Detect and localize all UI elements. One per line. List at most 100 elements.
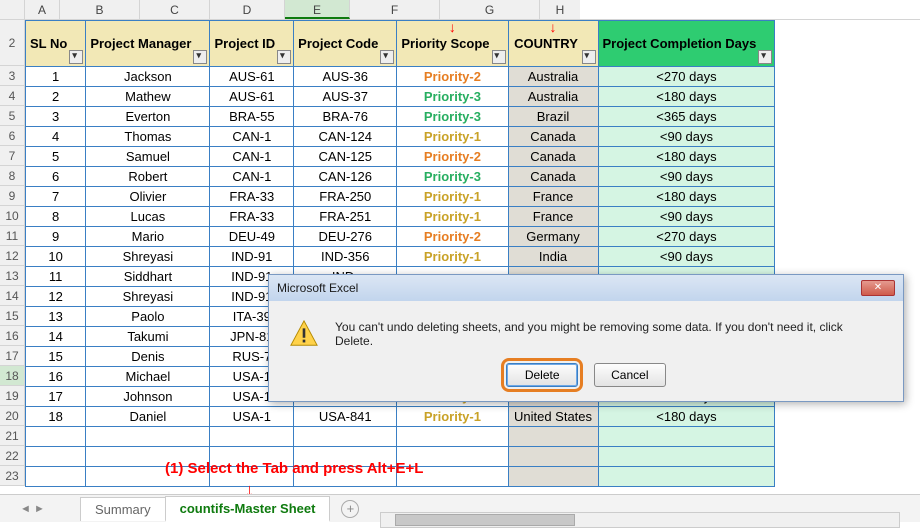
cell-sl[interactable]: 1 bbox=[26, 67, 86, 87]
cell-country[interactable]: France bbox=[508, 207, 598, 227]
cell-mgr[interactable]: Olivier bbox=[86, 187, 210, 207]
row-header-2[interactable]: 2 bbox=[0, 20, 25, 66]
cell-id[interactable]: AUS-61 bbox=[210, 67, 294, 87]
table-row[interactable]: 5SamuelCAN-1CAN-125Priority-2Canada<180 … bbox=[26, 147, 775, 167]
cell-code[interactable]: AUS-37 bbox=[294, 87, 397, 107]
cell-prio[interactable]: Priority-3 bbox=[397, 167, 508, 187]
row-header-13[interactable]: 13 bbox=[0, 266, 25, 286]
cell-sl[interactable]: 11 bbox=[26, 267, 86, 287]
filter-icon[interactable] bbox=[69, 50, 83, 64]
cell-days[interactable]: <90 days bbox=[598, 207, 775, 227]
dialog-titlebar[interactable]: Microsoft Excel ✕ bbox=[269, 275, 903, 301]
cell-days[interactable]: <365 days bbox=[598, 107, 775, 127]
cell-code[interactable]: DEU-276 bbox=[294, 227, 397, 247]
cell-id[interactable]: BRA-55 bbox=[210, 107, 294, 127]
table-row[interactable]: 10ShreyasiIND-91IND-356Priority-1India<9… bbox=[26, 247, 775, 267]
row-header-3[interactable]: 3 bbox=[0, 66, 25, 86]
cell-days[interactable]: <180 days bbox=[598, 87, 775, 107]
cell-code[interactable]: IND-356 bbox=[294, 247, 397, 267]
cell-days[interactable]: <180 days bbox=[598, 147, 775, 167]
cell-prio[interactable]: Priority-3 bbox=[397, 87, 508, 107]
cell-sl[interactable]: 3 bbox=[26, 107, 86, 127]
cell-id[interactable]: IND-91 bbox=[210, 247, 294, 267]
row-header-14[interactable]: 14 bbox=[0, 286, 25, 306]
header-id[interactable]: Project ID bbox=[210, 21, 294, 67]
cell-days[interactable]: <270 days bbox=[598, 67, 775, 87]
cell-sl[interactable]: 5 bbox=[26, 147, 86, 167]
cell-mgr[interactable]: Shreyasi bbox=[86, 287, 210, 307]
cell-sl[interactable]: 10 bbox=[26, 247, 86, 267]
cell-mgr[interactable]: Mathew bbox=[86, 87, 210, 107]
cell-prio[interactable]: Priority-1 bbox=[397, 127, 508, 147]
cancel-button[interactable]: Cancel bbox=[594, 363, 666, 387]
row-header-21[interactable]: 21 bbox=[0, 426, 25, 446]
table-row[interactable]: 2MathewAUS-61AUS-37Priority-3Australia<1… bbox=[26, 87, 775, 107]
delete-button[interactable]: Delete bbox=[506, 363, 578, 387]
table-row[interactable]: 7OlivierFRA-33FRA-250Priority-1France<18… bbox=[26, 187, 775, 207]
sheet-tab-countifs[interactable]: countifs-Master Sheet bbox=[165, 496, 331, 522]
cell-country[interactable]: Australia bbox=[508, 87, 598, 107]
cell-country[interactable]: India bbox=[508, 247, 598, 267]
cell-mgr[interactable]: Johnson bbox=[86, 387, 210, 407]
sheet-tab-summary[interactable]: Summary bbox=[80, 497, 166, 521]
row-header-22[interactable]: 22 bbox=[0, 446, 25, 466]
cell-prio[interactable]: Priority-1 bbox=[397, 247, 508, 267]
row-header-20[interactable]: 20 bbox=[0, 406, 25, 426]
cell-sl[interactable]: 17 bbox=[26, 387, 86, 407]
close-button[interactable]: ✕ bbox=[861, 280, 895, 296]
col-header-C[interactable]: C bbox=[140, 0, 210, 19]
cell-code[interactable]: USA-841 bbox=[294, 407, 397, 427]
col-header-A[interactable]: A bbox=[25, 0, 60, 19]
table-row[interactable]: 1JacksonAUS-61AUS-36Priority-2Australia<… bbox=[26, 67, 775, 87]
cell-mgr[interactable]: Jackson bbox=[86, 67, 210, 87]
cell-sl[interactable]: 8 bbox=[26, 207, 86, 227]
cell-mgr[interactable]: Thomas bbox=[86, 127, 210, 147]
cell-mgr[interactable]: Takumi bbox=[86, 327, 210, 347]
col-header-F[interactable]: F bbox=[350, 0, 440, 19]
cell-mgr[interactable]: Denis bbox=[86, 347, 210, 367]
row-header-15[interactable]: 15 bbox=[0, 306, 25, 326]
cell-code[interactable]: FRA-250 bbox=[294, 187, 397, 207]
cell-sl[interactable]: 18 bbox=[26, 407, 86, 427]
row-header-18[interactable]: 18 bbox=[0, 366, 25, 386]
table-row[interactable]: 4ThomasCAN-1CAN-124Priority-1Canada<90 d… bbox=[26, 127, 775, 147]
scrollbar-thumb[interactable] bbox=[395, 514, 575, 526]
row-header-16[interactable]: 16 bbox=[0, 326, 25, 346]
cell-sl[interactable]: 15 bbox=[26, 347, 86, 367]
row-header-5[interactable]: 5 bbox=[0, 106, 25, 126]
cell-code[interactable]: FRA-251 bbox=[294, 207, 397, 227]
filter-icon[interactable] bbox=[492, 50, 506, 64]
header-mgr[interactable]: Project Manager bbox=[86, 21, 210, 67]
row-header-17[interactable]: 17 bbox=[0, 346, 25, 366]
cell-mgr[interactable]: Samuel bbox=[86, 147, 210, 167]
header-sl[interactable]: SL No bbox=[26, 21, 86, 67]
cell-mgr[interactable]: Siddhart bbox=[86, 267, 210, 287]
cell-country[interactable]: Canada bbox=[508, 127, 598, 147]
row-header-4[interactable]: 4 bbox=[0, 86, 25, 106]
cell-mgr[interactable]: Mario bbox=[86, 227, 210, 247]
col-header-E[interactable]: E bbox=[285, 0, 350, 19]
header-country[interactable]: ↓COUNTRY bbox=[508, 21, 598, 67]
cell-country[interactable]: Canada bbox=[508, 167, 598, 187]
cell-sl[interactable]: 14 bbox=[26, 327, 86, 347]
header-code[interactable]: Project Code bbox=[294, 21, 397, 67]
row-header-12[interactable]: 12 bbox=[0, 246, 25, 266]
filter-icon[interactable] bbox=[582, 50, 596, 64]
cell-id[interactable]: CAN-1 bbox=[210, 167, 294, 187]
table-row[interactable] bbox=[26, 427, 775, 447]
cell-mgr[interactable]: Paolo bbox=[86, 307, 210, 327]
horizontal-scrollbar[interactable] bbox=[380, 512, 900, 528]
cell-sl[interactable]: 7 bbox=[26, 187, 86, 207]
cell-mgr[interactable]: Daniel bbox=[86, 407, 210, 427]
cell-country[interactable]: Germany bbox=[508, 227, 598, 247]
filter-icon[interactable] bbox=[758, 50, 772, 64]
cell-id[interactable]: DEU-49 bbox=[210, 227, 294, 247]
row-header-11[interactable]: 11 bbox=[0, 226, 25, 246]
cell-sl[interactable]: 9 bbox=[26, 227, 86, 247]
row-header-9[interactable]: 9 bbox=[0, 186, 25, 206]
cell-country[interactable]: United States bbox=[508, 407, 598, 427]
table-row[interactable]: 6RobertCAN-1CAN-126Priority-3Canada<90 d… bbox=[26, 167, 775, 187]
cell-mgr[interactable]: Lucas bbox=[86, 207, 210, 227]
cell-sl[interactable]: 12 bbox=[26, 287, 86, 307]
cell-sl[interactable]: 2 bbox=[26, 87, 86, 107]
